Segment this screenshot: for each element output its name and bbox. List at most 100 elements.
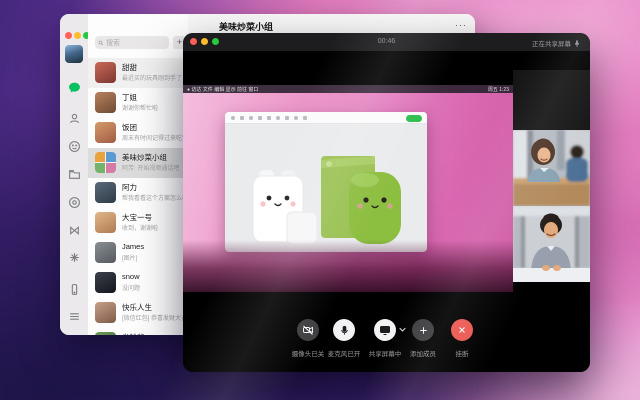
search-input[interactable]: 搜索 <box>95 36 169 49</box>
chat-title: 美味炒菜小组 <box>219 20 273 33</box>
group-avatar-tile <box>95 152 105 162</box>
chat-preview: 最近买的玩具刚到手了 <box>122 73 186 82</box>
chat-list-item[interactable]: snow 没问题 <box>88 268 188 298</box>
search-tools-icon[interactable] <box>67 250 81 264</box>
phone-icon[interactable] <box>67 282 81 296</box>
desktop-wallpaper: 搜索 + 甜甜 最近买的玩具刚到手了 丁姐 谢谢你帮忙啦 饭团 周末有时间记得过… <box>0 0 640 400</box>
design-toolbar-icon <box>276 116 280 120</box>
chat-preview: [微信红包] 恭喜发财大吉大利 <box>122 313 186 322</box>
menu-icon[interactable] <box>67 309 81 323</box>
pin-icon[interactable] <box>574 40 580 47</box>
chat-list-item[interactable]: 省钱爹 [表情] <box>88 328 188 335</box>
chat-preview: 没问题 <box>122 283 186 292</box>
group-avatar-tile <box>95 163 105 173</box>
shared-menubar: ● 访达 文件 编辑 显示 前往 窗口 周五 1:23 <box>183 85 513 93</box>
close-button[interactable] <box>65 32 72 39</box>
chat-name: 丁姐 <box>122 92 186 103</box>
chat-list-panel: 搜索 + 甜甜 最近买的玩具刚到手了 丁姐 谢谢你帮忙啦 饭团 周末有时间记得过… <box>88 14 188 335</box>
add-member-button[interactable] <box>412 319 434 341</box>
chat-header: 美味炒菜小组 ··· <box>188 14 475 34</box>
design-toolbar-icon <box>303 116 307 120</box>
shared-wallpaper-shadow <box>183 240 513 292</box>
chat-list-item[interactable]: 阿力 帮我看看这个方案怎么样 <box>88 178 188 208</box>
favorites-icon[interactable] <box>67 139 81 153</box>
chat-list-item[interactable]: 丁姐 谢谢你帮忙啦 <box>88 88 188 118</box>
chat-name: snow <box>122 272 186 281</box>
chat-avatar <box>95 62 116 83</box>
group-avatar-tile <box>106 163 116 173</box>
minimize-button[interactable] <box>201 38 208 45</box>
chat-list-item[interactable]: James [图片] <box>88 238 188 268</box>
chat-avatar <box>95 92 116 113</box>
chat-list-item[interactable]: 甜甜 最近买的玩具刚到手了 <box>88 58 188 88</box>
chat-list: 甜甜 最近买的玩具刚到手了 丁姐 谢谢你帮忙啦 饭团 周末有时间记得过来吃饭呀 … <box>88 58 188 335</box>
more-options-button[interactable]: ··· <box>455 20 467 30</box>
zoom-button[interactable] <box>83 32 90 39</box>
add-chat-button[interactable]: + <box>173 36 186 49</box>
chat-avatar <box>95 182 116 203</box>
files-icon[interactable] <box>67 167 81 181</box>
wechat-window: 搜索 + 甜甜 最近买的玩具刚到手了 丁姐 谢谢你帮忙啦 饭团 周末有时间记得过… <box>60 14 475 335</box>
call-timer: 00:46 <box>183 38 590 45</box>
chat-name: 快乐人生 <box>122 302 186 313</box>
mic-button[interactable] <box>333 319 355 341</box>
wechat-nav-rail <box>60 14 89 335</box>
chat-name: James <box>122 242 186 251</box>
mascot-canvas <box>225 124 427 252</box>
add-member-label: 添加成员 <box>391 348 455 358</box>
chat-preview: [图片] <box>122 253 186 262</box>
chat-avatar <box>95 122 116 143</box>
chat-name: 省钱爹 <box>122 332 186 335</box>
participant-video-speaking[interactable] <box>513 206 590 282</box>
chat-avatar <box>95 272 116 293</box>
chat-preview: 帮我看看这个方案怎么样 <box>122 193 186 202</box>
camera-button[interactable] <box>297 319 319 341</box>
plus-icon <box>418 325 429 336</box>
close-x-icon <box>457 325 467 335</box>
chat-name: 甜甜 <box>122 62 186 73</box>
chat-list-item[interactable]: 大宝一号 收到，谢谢啦 <box>88 208 188 238</box>
design-app-toolbar <box>225 112 427 124</box>
mic-icon <box>339 325 350 336</box>
chat-avatar <box>95 212 116 233</box>
video-call-window: 00:46 正在共享屏幕 ● 访达 文件 编辑 显示 前往 窗口 周五 1:23 <box>183 33 590 372</box>
chat-name: 阿力 <box>122 182 186 193</box>
chat-list-item[interactable]: 美味炒菜小组 阿芳: 开始视频通话吧 <box>88 148 188 178</box>
design-toolbar-icon <box>258 116 262 120</box>
chats-icon[interactable] <box>67 80 81 94</box>
hangup-button[interactable] <box>451 319 473 341</box>
group-avatar-tile <box>106 152 116 162</box>
chat-avatar <box>95 242 116 263</box>
camera-off-icon <box>302 324 314 336</box>
participant-self-video[interactable] <box>513 70 590 130</box>
minimize-button[interactable] <box>74 32 81 39</box>
hangup-label: 挂断 <box>430 348 494 358</box>
mini-programs-icon[interactable] <box>67 223 81 237</box>
chat-list-item[interactable]: 快乐人生 [微信红包] 恭喜发财大吉大利 <box>88 298 188 328</box>
moments-icon[interactable] <box>67 195 81 209</box>
chat-avatar <box>95 332 116 335</box>
search-icon <box>98 40 104 46</box>
chevron-down-icon[interactable] <box>399 327 406 332</box>
camera-label: 摄像头已关 <box>276 348 340 358</box>
participant-video[interactable] <box>513 130 590 206</box>
close-button[interactable] <box>190 38 197 45</box>
screen-share-button[interactable] <box>374 319 396 341</box>
chat-name: 饭团 <box>122 122 186 133</box>
mic-label: 麦克风已开 <box>312 348 376 358</box>
chat-list-item[interactable]: 饭团 周末有时间记得过来吃饭呀 <box>88 118 188 148</box>
share-label: 共享屏幕中 <box>353 348 417 358</box>
user-avatar[interactable] <box>65 45 83 63</box>
chat-preview: 谢谢你帮忙啦 <box>122 103 186 112</box>
zoom-button[interactable] <box>212 38 219 45</box>
chat-name: 美味炒菜小组 <box>122 152 186 163</box>
chat-avatar <box>95 152 116 173</box>
participant-strip <box>513 51 590 372</box>
chat-preview: 阿芳: 开始视频通话吧 <box>122 163 186 172</box>
shared-screen-view: ● 访达 文件 编辑 显示 前往 窗口 周五 1:23 <box>183 85 513 292</box>
design-toolbar-icon <box>294 116 298 120</box>
chat-avatar <box>95 302 116 323</box>
design-toolbar-icon <box>231 116 235 120</box>
design-action-button <box>406 115 422 122</box>
contacts-icon[interactable] <box>67 111 81 125</box>
